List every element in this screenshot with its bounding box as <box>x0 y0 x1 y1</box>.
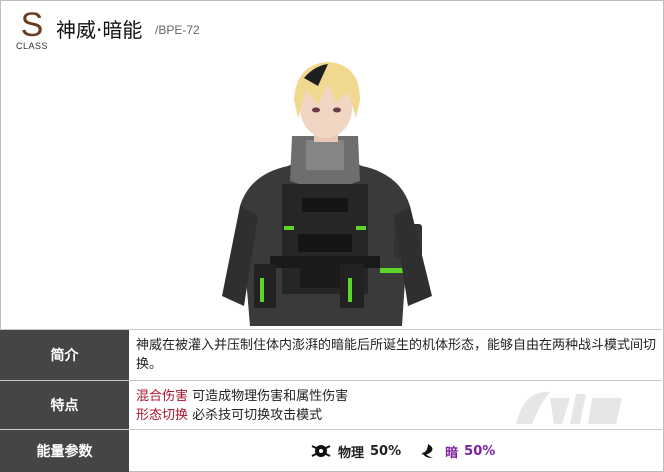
watermark-logo <box>516 391 622 424</box>
energy-physical-name: 物理 <box>338 445 365 461</box>
energy-label: 能量参数 <box>0 430 129 472</box>
character-portrait <box>222 62 432 326</box>
energy-dark-name: 暗 <box>445 445 459 461</box>
energy-physical: 物理 50% <box>310 442 401 461</box>
feature-name: 混合伤害 <box>136 389 189 404</box>
feature-desc: 可造成物理伤害和属性伤害 <box>192 389 349 404</box>
character-code: /BPE-72 <box>155 23 200 37</box>
class-word: CLASS <box>15 41 48 51</box>
energy-dark: 暗 50% <box>417 442 495 461</box>
class-badge: S CLASS <box>14 8 50 51</box>
features-label: 特点 <box>0 381 129 429</box>
energy-row: 能量参数 物理 50% 暗 50% <box>0 429 662 472</box>
physical-icon <box>311 445 331 457</box>
intro-row: 简介 神威在被灌入并压制住体内澎湃的暗能后所诞生的机体形态，能够自由在两种战斗模… <box>0 329 662 380</box>
intro-label: 简介 <box>0 330 129 380</box>
class-letter: S <box>20 6 44 44</box>
feature-desc: 必杀技可切换攻击模式 <box>192 408 323 423</box>
intro-text: 神威在被灌入并压制住体内澎湃的暗能后所诞生的机体形态，能够自由在两种战斗模式间切… <box>136 338 657 372</box>
energy-dark-value: 50% <box>464 443 496 459</box>
dark-icon <box>421 444 434 458</box>
character-name: 神威·暗能 <box>56 18 143 42</box>
energy-physical-value: 50% <box>370 443 402 459</box>
feature-name: 形态切换 <box>136 408 189 423</box>
energy-params: 物理 50% 暗 50% <box>310 430 511 472</box>
